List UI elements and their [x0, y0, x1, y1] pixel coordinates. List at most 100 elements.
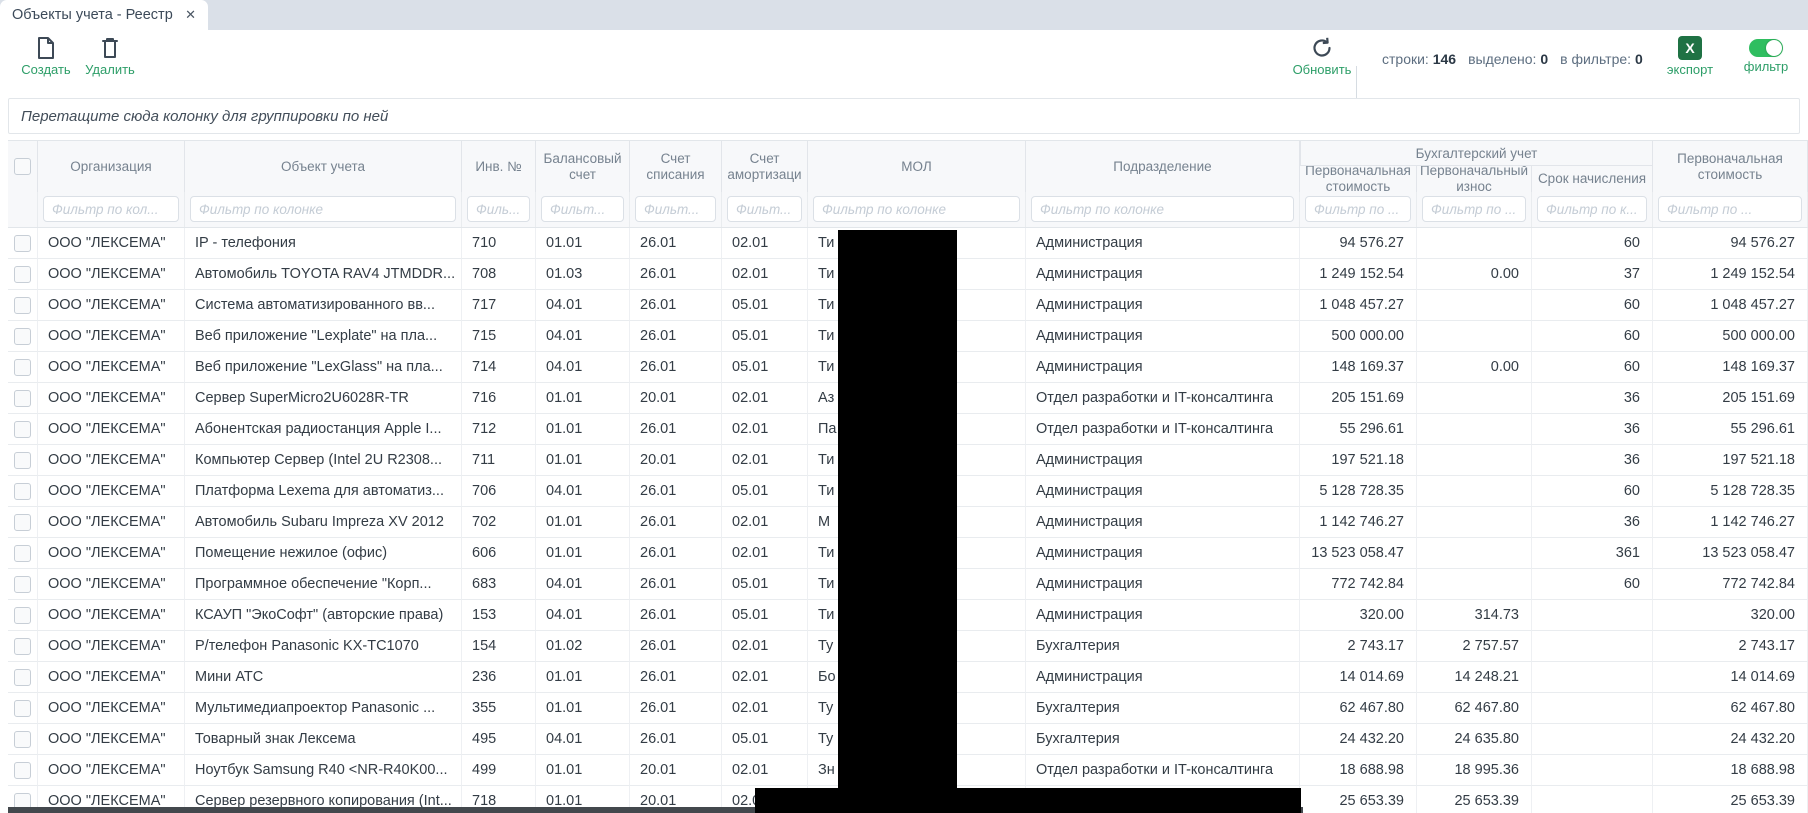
row-checkbox[interactable]: [14, 669, 31, 686]
row-checkbox[interactable]: [14, 731, 31, 748]
redaction-overlay: [838, 230, 957, 788]
row-checkbox[interactable]: [14, 545, 31, 562]
cell-cost1: 320.00: [1300, 600, 1417, 631]
filter-toggle-button[interactable]: фильтр: [1736, 36, 1796, 84]
cell-cost2: 148 169.37: [1653, 352, 1808, 383]
cell-dep: 05.01: [722, 290, 808, 321]
cell-cb: [8, 228, 38, 259]
column-header-wo[interactable]: Счет списания: [630, 141, 722, 192]
cell-cost1: 62 467.80: [1300, 693, 1417, 724]
cell-wear: 0.00: [1417, 259, 1532, 290]
cell-term: 36: [1532, 507, 1653, 538]
toolbar: Создать Удалить Обновить: [0, 30, 1808, 88]
row-checkbox[interactable]: [14, 638, 31, 655]
column-header-label: Инв. №: [475, 159, 521, 175]
cell-term: [1532, 662, 1653, 693]
filter-input-mol[interactable]: [813, 196, 1020, 222]
cell-inv: 706: [462, 476, 536, 507]
column-header-org[interactable]: Организация: [38, 141, 185, 192]
cell-bal: 04.01: [536, 600, 630, 631]
tab-title: Объекты учета - Реестр: [12, 7, 177, 23]
cell-inv: 702: [462, 507, 536, 538]
column-group-header: Бухгалтерский учет: [1300, 141, 1653, 166]
cell-term: 36: [1532, 383, 1653, 414]
refresh-label: Обновить: [1293, 63, 1352, 76]
cell-cost1: 55 296.61: [1300, 414, 1417, 445]
cell-org: ООО "ЛЕКСЕМА": [38, 383, 185, 414]
tab-objects-registry[interactable]: Объекты учета - Реестр ✕: [0, 0, 208, 30]
tab-close-icon[interactable]: ✕: [177, 7, 196, 23]
refresh-icon: [1310, 36, 1334, 60]
cell-wear: [1417, 228, 1532, 259]
cell-wo: 26.01: [630, 321, 722, 352]
row-checkbox[interactable]: [14, 359, 31, 376]
cell-dep: 05.01: [722, 600, 808, 631]
column-header-unit[interactable]: Подразделение: [1026, 141, 1300, 192]
cell-dep: 05.01: [722, 569, 808, 600]
filter-input-dep[interactable]: [727, 196, 802, 222]
filter-input-bal[interactable]: [541, 196, 624, 222]
column-header-label: Счет амортизаци: [724, 151, 805, 182]
cell-org: ООО "ЛЕКСЕМА": [38, 693, 185, 724]
filter-input-object[interactable]: [190, 196, 456, 222]
filter-input-org[interactable]: [43, 196, 179, 222]
cell-wear: 62 467.80: [1417, 693, 1532, 724]
row-checkbox[interactable]: [14, 390, 31, 407]
row-checkbox[interactable]: [14, 700, 31, 717]
column-header-label: Подразделение: [1113, 159, 1211, 175]
refresh-button[interactable]: Обновить: [1290, 36, 1354, 84]
cell-wo: 26.01: [630, 600, 722, 631]
row-checkbox[interactable]: [14, 328, 31, 345]
row-checkbox[interactable]: [14, 235, 31, 252]
select-all-checkbox[interactable]: [14, 158, 31, 175]
filter-cell-cost1: [1300, 192, 1417, 227]
row-checkbox[interactable]: [14, 483, 31, 500]
row-checkbox[interactable]: [14, 607, 31, 624]
cell-object: Веб приложение "Lexplate" на пла...: [185, 321, 462, 352]
cell-cb: [8, 507, 38, 538]
filter-input-cost2[interactable]: [1658, 196, 1802, 222]
column-header-dep[interactable]: Счет амортизаци: [722, 141, 808, 192]
cell-bal: 04.01: [536, 290, 630, 321]
cell-bal: 01.03: [536, 259, 630, 290]
delete-button[interactable]: Удалить: [78, 36, 142, 84]
column-header-object[interactable]: Объект учета: [185, 141, 462, 192]
row-checkbox[interactable]: [14, 266, 31, 283]
cell-cost1: 205 151.69: [1300, 383, 1417, 414]
filter-input-wear[interactable]: [1422, 196, 1526, 222]
filter-toggle-switch[interactable]: [1749, 39, 1783, 57]
cell-unit: Бухгалтерия: [1026, 724, 1300, 755]
group-by-drop-zone[interactable]: Перетащите сюда колонку для группировки …: [8, 98, 1800, 134]
row-checkbox[interactable]: [14, 297, 31, 314]
cell-inv: 708: [462, 259, 536, 290]
column-header-inv[interactable]: Инв. №: [462, 141, 536, 192]
create-button[interactable]: Создать: [14, 36, 78, 84]
filter-input-term[interactable]: [1537, 196, 1647, 222]
cell-term: [1532, 693, 1653, 724]
column-header-cb[interactable]: [8, 141, 38, 192]
filter-input-wo[interactable]: [635, 196, 716, 222]
row-checkbox[interactable]: [14, 452, 31, 469]
filter-input-cost1[interactable]: [1305, 196, 1411, 222]
filter-cell-term: [1532, 192, 1653, 227]
row-checkbox[interactable]: [14, 762, 31, 779]
filter-input-inv[interactable]: [467, 196, 530, 222]
cell-unit: Отдел разработки и IT-консалтинга: [1026, 414, 1300, 445]
cell-wear: [1417, 476, 1532, 507]
filter-cell-dep: [722, 192, 808, 227]
toggle-knob: [1766, 40, 1782, 56]
row-checkbox[interactable]: [14, 514, 31, 531]
column-header-label: Первоначальная стоимость: [1655, 151, 1805, 182]
row-checkbox[interactable]: [14, 421, 31, 438]
cell-cost2: 24 432.20: [1653, 724, 1808, 755]
cell-dep: 02.01: [722, 383, 808, 414]
column-header-mol[interactable]: МОЛ: [808, 141, 1026, 192]
cell-cb: [8, 259, 38, 290]
filter-input-unit[interactable]: [1031, 196, 1294, 222]
export-button[interactable]: X экспорт: [1660, 36, 1720, 84]
tab-bar: Объекты учета - Реестр ✕: [0, 0, 1808, 30]
column-header-cost2[interactable]: Первоначальная стоимость: [1653, 141, 1808, 192]
column-header-bal[interactable]: Балансовый счет: [536, 141, 630, 192]
row-checkbox[interactable]: [14, 576, 31, 593]
cell-org: ООО "ЛЕКСЕМА": [38, 321, 185, 352]
